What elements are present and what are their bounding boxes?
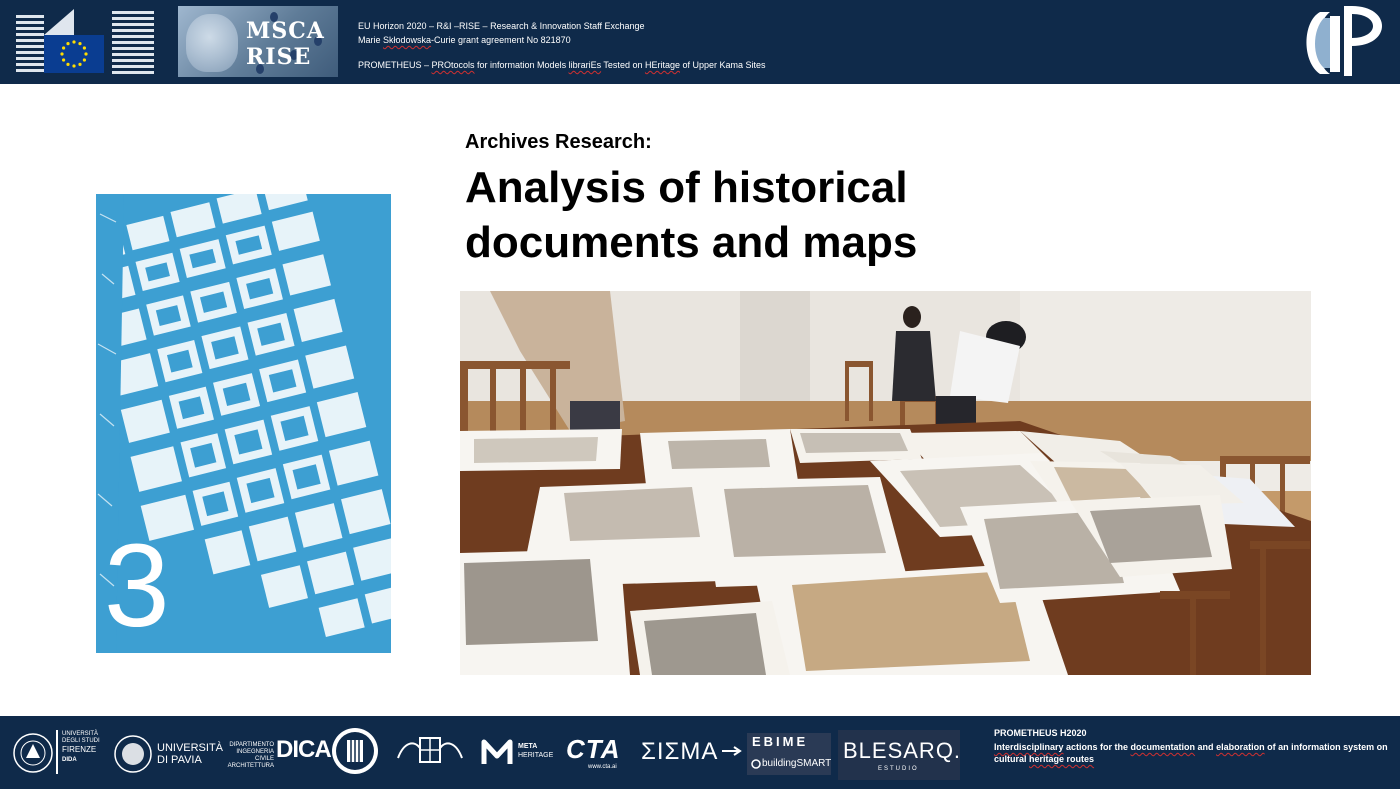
footer-bar: UNIVERSITÀ DEGLI STUDI FIRENZE DIDA UNIV… [0,716,1400,789]
siema-wordmark: ΣΙΣΜΑ [641,738,719,765]
buildingsmart-icon [751,759,761,769]
footer-project-title: PROMETHEUS H2020 [994,728,1087,738]
unipv-seal-icon [114,735,152,773]
upv-seal-icon [332,728,378,774]
dica-wordmark: DICA [276,736,332,763]
grant-line-2: Marie Skłodowska-Curie grant agreement N… [358,35,571,45]
siema-arrow-icon [722,746,742,756]
slide-title: Analysis of historical documents and map… [465,163,918,267]
cta-wordmark: CTA [566,734,621,764]
european-commission-logo [16,9,154,74]
header-bar: MSCA RISE EU Horizon 2020 – R&I –RISE – … [0,0,1400,84]
msca-rise-banner: MSCA RISE [178,6,338,77]
unipv-wordmark: UNIVERSITÀ DI PAVIA [157,742,224,766]
crest-logo-icon [397,737,463,763]
project-line: PROMETHEUS – PROtocols for information M… [358,60,766,70]
archive-photo [460,291,1311,675]
archive-room-photo-graphic [460,291,1311,675]
ebime-wordmark: EBIME [752,734,809,749]
grant-info: EU Horizon 2020 – R&I –RISE – Research &… [358,19,766,72]
project-footer-info: PROMETHEUS H2020 Interdisciplinary actio… [994,727,1394,765]
blesarq-wordmark: BLESARQ. [843,738,962,763]
slide-subtitle: Archives Research: [465,131,652,153]
cta-url: www.cta.ai [588,764,617,770]
unifi-seal-icon [13,733,53,773]
unifi-wordmark: UNIVERSITÀ DEGLI STUDI FIRENZE DIDA [62,731,100,763]
meta-heritage-icon [481,739,513,764]
dica-department-text: DIPARTIMENTO INGEGNERIA CIVILE ARCHITETT… [227,742,274,769]
grant-line-1: EU Horizon 2020 – R&I –RISE – Research &… [358,21,645,31]
unifi-divider [56,730,58,774]
map-number: 3 [104,520,170,652]
blesarq-sub: ESTUDIO [878,766,919,772]
historical-map-tile: 3 [96,194,391,653]
portrait-graphic [186,14,238,72]
meta-heritage-wordmark: META HERITAGE [518,743,554,759]
footer-project-desc: Interdisciplinary actions for the docume… [994,742,1388,764]
city-plan-graphic: 3 [96,194,391,653]
msca-rise-wordmark: MSCA RISE [246,18,325,70]
dp-monogram-logo [1306,6,1382,76]
buildingsmart-wordmark: buildingSMART [762,758,832,769]
